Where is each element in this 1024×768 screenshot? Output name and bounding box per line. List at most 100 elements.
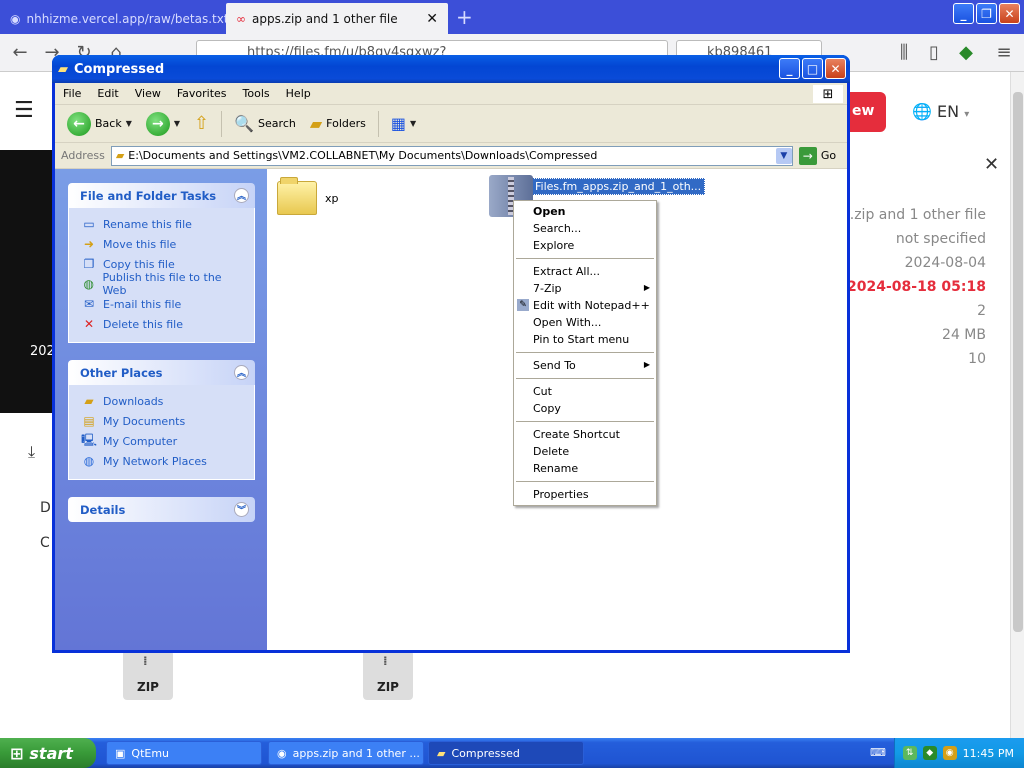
page-hero-dark [0, 150, 54, 413]
go-button[interactable]: → Go [798, 146, 836, 165]
up-folder-button[interactable]: ⇧ [190, 111, 213, 136]
expand-chevron-icon[interactable]: ︾ [234, 502, 249, 517]
task-rename[interactable]: ▭ Rename this file [81, 214, 244, 234]
address-field[interactable]: ▰ E:\Documents and Settings\VM2.COLLABNE… [110, 145, 793, 166]
language-selector[interactable]: 🌐 EN ▾ [912, 102, 969, 121]
scroll-thumb[interactable] [1013, 92, 1023, 632]
restore-button[interactable]: ❐ [976, 3, 997, 24]
clock[interactable]: 11:45 PM [963, 747, 1014, 760]
cm-cut[interactable]: Cut [514, 383, 656, 400]
start-button[interactable]: ⊞ start [0, 738, 96, 768]
back-arrow-icon[interactable]: ← [8, 42, 32, 64]
taskbar-button-compressed[interactable]: ▰ Compressed [428, 741, 584, 765]
cm-extract-all[interactable]: Extract All... [514, 263, 656, 280]
collapse-chevron-icon[interactable]: ︽ [234, 188, 249, 203]
panel-header[interactable]: Other Places ︽ [68, 360, 255, 385]
maximize-button[interactable]: □ [802, 58, 823, 79]
library-icon[interactable]: ⫼ [892, 42, 916, 64]
task-publish[interactable]: ◍ Publish this file to the Web [81, 271, 244, 297]
chevron-down-icon: ▼ [410, 119, 417, 128]
toolbar-separator [221, 110, 223, 137]
cm-open-with[interactable]: Open With... [514, 314, 656, 331]
minimize-button[interactable]: _ [953, 3, 974, 24]
menu-help[interactable]: Help [286, 87, 311, 100]
globe-icon: ◍ [83, 277, 94, 291]
cm-search[interactable]: Search... [514, 220, 656, 237]
cm-copy[interactable]: Copy [514, 400, 656, 417]
close-button[interactable]: ✕ [825, 58, 846, 79]
menu-favorites[interactable]: Favorites [177, 87, 227, 100]
chevron-down-icon[interactable]: ▼ [174, 119, 180, 128]
browser-tab-betas[interactable]: ◉ nhhizme.vercel.app/raw/betas.txt ✕ [0, 3, 246, 34]
menu-separator [516, 421, 654, 422]
cm-rename[interactable]: Rename [514, 460, 656, 477]
cm-edit-notepadpp[interactable]: ✎ Edit with Notepad++ [514, 297, 656, 314]
views-button[interactable]: ▦ ▼ [387, 112, 420, 135]
page-menu-icon[interactable]: ☰ [14, 98, 34, 123]
search-button[interactable]: 🔍 Search [230, 112, 300, 135]
hamburger-menu-icon[interactable]: ≡ [992, 42, 1016, 64]
back-button[interactable]: ← Back ▼ [63, 110, 136, 138]
menu-separator [516, 378, 654, 379]
network-tray-icon[interactable]: ⇅ [902, 746, 917, 760]
folders-button[interactable]: ▰ Folders [306, 112, 370, 135]
chevron-down-icon[interactable]: ▼ [126, 119, 132, 128]
new-tab-icon[interactable]: + [456, 5, 473, 29]
keyboard-icon[interactable]: ⌨ [870, 746, 886, 759]
menu-separator [516, 258, 654, 259]
task-email[interactable]: ✉ E-mail this file [81, 294, 244, 314]
view-button[interactable]: ew [850, 92, 886, 132]
folders-label: Folders [326, 117, 366, 130]
app-tray-icon[interactable]: ◆ [922, 746, 937, 760]
collapse-chevron-icon[interactable]: ︽ [234, 365, 249, 380]
task-move[interactable]: ➜ Move this file [81, 234, 244, 254]
explorer-titlebar[interactable]: ▰ Compressed _ □ ✕ [52, 55, 850, 83]
zipper-icon: ⁞ [143, 654, 148, 668]
download-icon[interactable]: ⤓ [28, 442, 35, 462]
zip-file-card[interactable]: ⁞ ZIP [363, 650, 413, 700]
back-arrow-icon: ← [67, 111, 91, 136]
forward-button[interactable]: → ▼ [142, 110, 184, 138]
panel-header[interactable]: File and Folder Tasks ︽ [68, 183, 255, 208]
close-icon[interactable]: ✕ [426, 11, 438, 27]
taskbar-button-qtemu[interactable]: ▣ QtEmu [106, 741, 262, 765]
close-icon[interactable]: ✕ [984, 154, 999, 175]
minimize-button[interactable]: _ [779, 58, 800, 79]
cm-7zip[interactable]: 7-Zip ▶ [514, 280, 656, 297]
cm-create-shortcut[interactable]: Create Shortcut [514, 426, 656, 443]
extension-icon[interactable]: ◆ [954, 42, 978, 64]
task-label: E-mail this file [103, 297, 182, 311]
security-tray-icon[interactable]: ◉ [942, 746, 957, 760]
page-scrollbar[interactable] [1010, 72, 1024, 738]
taskbar-button-browser[interactable]: ◉ apps.zip and 1 other ... [268, 741, 424, 765]
menu-edit[interactable]: Edit [97, 87, 118, 100]
zip-label: ZIP [137, 680, 159, 694]
cm-delete[interactable]: Delete [514, 443, 656, 460]
task-label: Copy this file [103, 257, 175, 271]
computer-icon: 🖳 [81, 432, 98, 447]
zip-file-card[interactable]: ⁞ ZIP [123, 650, 173, 700]
meta-expire-date: 2024-08-18 05:18 [847, 279, 986, 295]
place-my-computer[interactable]: 🖳 My Computer [81, 431, 244, 451]
details-panel: Details ︾ [68, 497, 255, 522]
task-delete[interactable]: ✕ Delete this file [81, 314, 244, 334]
place-downloads[interactable]: ▰ Downloads [81, 391, 244, 411]
cm-pin-start[interactable]: Pin to Start menu [514, 331, 656, 348]
place-my-network[interactable]: ◍ My Network Places [81, 451, 244, 471]
cm-explore[interactable]: Explore [514, 237, 656, 254]
file-item-folder[interactable]: xp [277, 177, 339, 215]
browser-tab-filesfm[interactable]: ∞ apps.zip and 1 other file | Files.fm ✕ [226, 3, 448, 34]
menu-view[interactable]: View [135, 87, 161, 100]
panel-header[interactable]: Details ︾ [68, 497, 255, 522]
sidebar-icon[interactable]: ▯ [922, 42, 946, 64]
cm-open[interactable]: Open [514, 203, 656, 220]
cm-properties[interactable]: Properties [514, 486, 656, 503]
menu-tools[interactable]: Tools [243, 87, 270, 100]
menu-file[interactable]: File [63, 87, 81, 100]
chevron-down-icon[interactable]: ▼ [775, 147, 792, 164]
menu-separator [516, 352, 654, 353]
place-my-documents[interactable]: ▤ My Documents [81, 411, 244, 431]
close-button[interactable]: ✕ [999, 3, 1020, 24]
meta-description: not specified [895, 231, 986, 247]
cm-send-to[interactable]: Send To ▶ [514, 357, 656, 374]
